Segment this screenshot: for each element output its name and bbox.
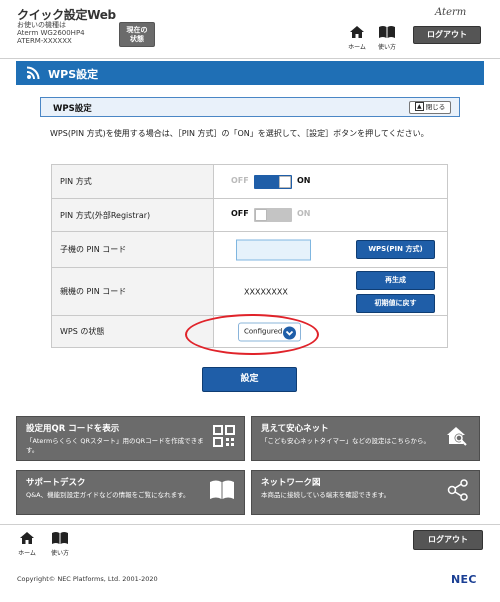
help-nav[interactable]: 使い方: [376, 25, 398, 51]
parent-pin-label: 親機の PIN コード: [51, 267, 214, 316]
logout-button[interactable]: ログアウト: [413, 26, 481, 44]
footer-home-nav[interactable]: ホーム: [16, 531, 38, 557]
toggle-off-label: OFF: [231, 175, 249, 185]
tile-title: サポートデスク: [26, 478, 86, 488]
tile-desc: 「Atermらくらく QRスタート」用のQRコードを作成できます。: [26, 437, 204, 454]
home-search-icon: [447, 427, 467, 446]
pin-method-toggle[interactable]: OFF ON: [231, 174, 331, 189]
nec-logo: NEC: [451, 573, 477, 586]
copyright-text: Copyright© NEC Platforms, Ltd. 2001-2020: [17, 575, 158, 583]
device-model: Aterm WG2600HP4: [17, 29, 85, 37]
device-id: ATERM-XXXXXX: [17, 37, 72, 45]
aterm-logo: Aterm: [435, 7, 467, 18]
wifi-icon: [26, 66, 40, 80]
child-pin-input[interactable]: [236, 239, 311, 260]
child-pin-label: 子機の PIN コード: [51, 231, 214, 268]
submit-button[interactable]: 設定: [202, 367, 297, 392]
toggle-knob: [255, 209, 267, 221]
tile-title: 設定用QR コードを表示: [26, 424, 120, 434]
highlight-annotation: [185, 314, 319, 355]
book-icon: [379, 26, 395, 38]
tile-desc: 本商品に接続している端末を確認できます。: [261, 491, 391, 499]
toggle-track: [254, 208, 292, 222]
header: クイック設定Web お使いの機種は Aterm WG2600HP4 ATERM-…: [0, 0, 500, 58]
row-child-pin: 子機の PIN コード WPS(PIN 方式): [51, 231, 448, 268]
status-button-line2: 状態: [130, 35, 144, 43]
tile-desc: Q&A、機能別設定ガイドなどの情報をご覧になれます。: [26, 491, 190, 499]
footer-help-nav[interactable]: 使い方: [49, 531, 71, 557]
device-info-line1: お使いの機種は: [17, 21, 66, 29]
home-label: ホーム: [348, 44, 366, 51]
home-icon: [350, 26, 364, 38]
close-section-button[interactable]: ▲ 閉じる: [409, 101, 451, 114]
qr-code-icon: [213, 425, 235, 447]
wps-pin-button[interactable]: WPS(PIN 方式): [356, 240, 435, 259]
pin-method-label: PIN 方式: [51, 164, 214, 199]
tile-title: 見えて安心ネット: [261, 424, 329, 434]
pin-external-toggle[interactable]: OFF ON: [231, 208, 331, 222]
home-icon: [20, 532, 34, 544]
toggle-on-label: ON: [297, 209, 311, 218]
home-nav[interactable]: ホーム: [346, 25, 368, 51]
section-title: WPS設定: [53, 104, 92, 114]
tile-safe-net[interactable]: 見えて安心ネット 「こども安心ネットタイマー」などの設定はこちらから。: [251, 416, 480, 461]
tile-title: ネットワーク図: [261, 478, 321, 488]
row-parent-pin: 親機の PIN コード XXXXXXXX 再生成 初期値に戻す: [51, 267, 448, 316]
footer-divider: [0, 524, 500, 525]
toggle-knob: [279, 175, 291, 188]
close-label: 閉じる: [425, 103, 446, 111]
toggle-track: [254, 174, 292, 189]
book-icon: [52, 532, 68, 544]
book-icon: [210, 480, 234, 499]
header-divider: [0, 58, 500, 59]
toggle-off-label: OFF: [231, 209, 249, 218]
device-info: お使いの機種は Aterm WG2600HP4 ATERM-XXXXXX: [17, 21, 85, 45]
regenerate-button[interactable]: 再生成: [356, 271, 435, 290]
page-banner: WPS設定: [16, 61, 484, 85]
reset-default-button[interactable]: 初期値に戻す: [356, 294, 435, 313]
tile-desc: 「こども安心ネットタイマー」などの設定はこちらから。: [261, 437, 430, 445]
tile-qr-code[interactable]: 設定用QR コードを表示 「Atermらくらく QRスタート」用のQRコードを作…: [16, 416, 245, 461]
tile-support-desk[interactable]: サポートデスク Q&A、機能別設定ガイドなどの情報をご覧になれます。: [16, 470, 245, 515]
description-text: WPS(PIN 方式)を使用する場合は、［PIN 方式］の「ON」を選択して、［…: [50, 129, 429, 138]
row-pin-method: PIN 方式 OFF ON: [51, 164, 448, 199]
page-title: WPS設定: [48, 68, 99, 81]
network-icon: [447, 479, 468, 501]
current-status-button[interactable]: 現在の 状態: [119, 22, 155, 47]
section-header: WPS設定 ▲ 閉じる: [40, 97, 460, 117]
row-pin-external: PIN 方式(外部Registrar) OFF ON: [51, 198, 448, 232]
toggle-on-label: ON: [297, 175, 311, 185]
footer-logout-button[interactable]: ログアウト: [413, 530, 483, 550]
status-button-line1: 現在の: [126, 26, 148, 34]
help-label: 使い方: [50, 550, 69, 557]
home-label: ホーム: [18, 550, 36, 557]
help-label: 使い方: [377, 44, 396, 51]
parent-pin-value: XXXXXXXX: [244, 287, 288, 296]
chevron-up-icon: ▲: [414, 101, 424, 111]
tile-network-map[interactable]: ネットワーク図 本商品に接続している端末を確認できます。: [251, 470, 480, 515]
pin-external-label: PIN 方式(外部Registrar): [51, 198, 214, 232]
